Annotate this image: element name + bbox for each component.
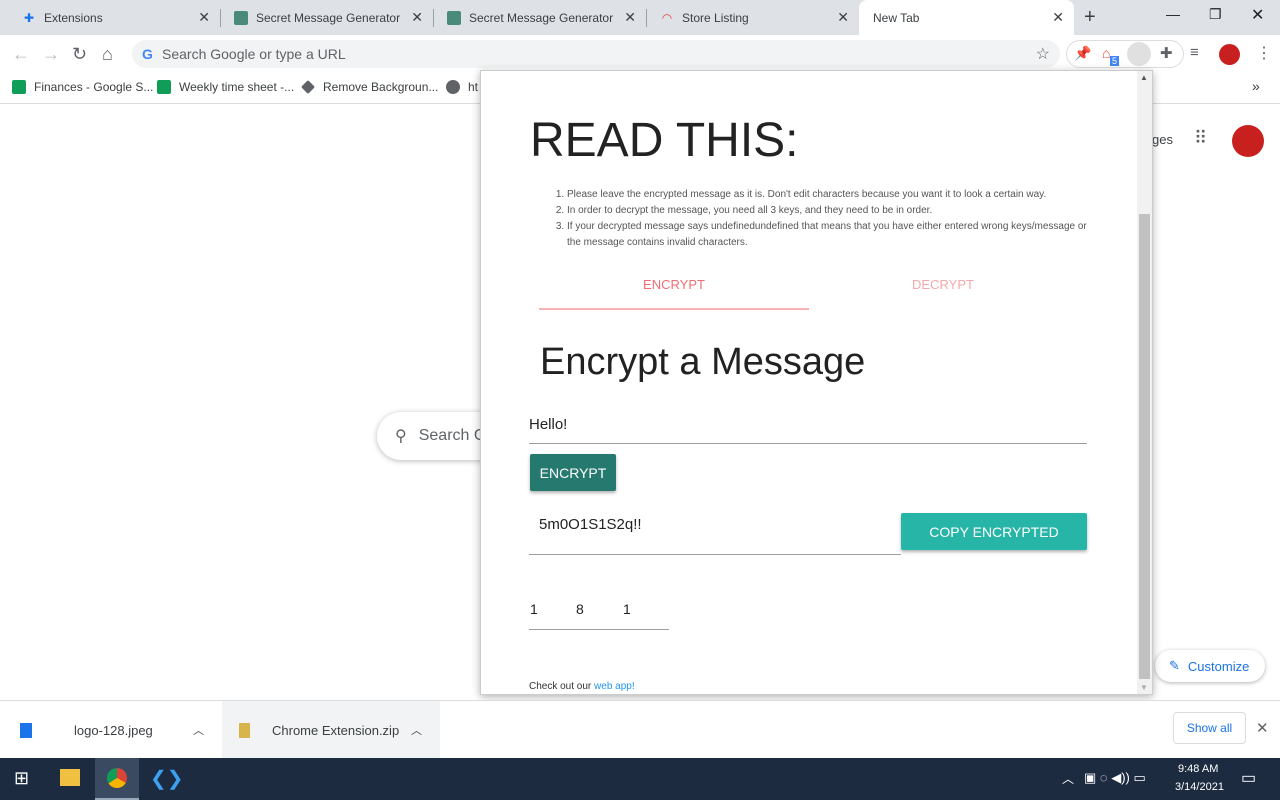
google-icon: G <box>142 46 153 62</box>
chevron-up-icon[interactable]: ︿ <box>411 722 422 738</box>
encrypt-button[interactable]: ENCRYPT <box>530 454 616 491</box>
encrypt-title: Encrypt a Message <box>540 341 866 383</box>
keys-field[interactable]: 1 8 1 <box>529 599 669 630</box>
minimize-icon[interactable]: — <box>1166 6 1180 22</box>
search-icon: ⚲ <box>395 428 407 445</box>
customize-button[interactable]: ✎ Customize <box>1155 650 1265 682</box>
forward-icon[interactable]: → <box>42 44 60 65</box>
notifications-icon[interactable]: ▭ <box>1241 768 1256 788</box>
tab-decrypt[interactable]: DECRYPT <box>808 277 1078 292</box>
omnibox[interactable]: G Search Google or type a URL ☆ <box>132 40 1060 68</box>
vscode-icon[interactable]: ❮❯ <box>150 766 184 791</box>
tab-strip: ✚ Extensions ✕ Secret Message Generator ✕ S… <box>0 0 1280 35</box>
download-bar: logo-128.jpeg ︿ Chrome Extension.zip ︿ S… <box>0 700 1280 759</box>
image-file-icon <box>20 722 32 738</box>
key-3: 1 <box>623 601 631 617</box>
web-app-link[interactable]: web app! <box>594 681 635 692</box>
tray-icons[interactable]: ▣ ◌ ◀)) ▭ <box>1084 770 1146 786</box>
close-tab-icon[interactable]: ✕ <box>1052 9 1064 26</box>
close-tab-icon[interactable]: ✕ <box>411 9 423 26</box>
back-icon[interactable]: ← <box>12 44 30 65</box>
layers-icon <box>301 80 315 94</box>
scroll-down-icon[interactable]: ▼ <box>1140 683 1148 692</box>
rules-list: Please leave the encrypted message as it… <box>567 187 1087 251</box>
account-avatar[interactable] <box>1232 125 1264 157</box>
bookmark-finances[interactable]: Finances - Google S... <box>12 80 153 94</box>
puzzle-icon[interactable]: ✚ <box>1160 44 1173 62</box>
images-link[interactable]: ges <box>1152 132 1173 147</box>
key-1: 1 <box>530 601 538 617</box>
close-download-bar-icon[interactable]: ✕ <box>1256 719 1269 737</box>
apps-icon[interactable]: ⠿ <box>1194 128 1207 149</box>
chrome-taskbar-button[interactable] <box>95 758 139 800</box>
close-tab-icon[interactable]: ✕ <box>198 9 210 26</box>
app-icon <box>234 10 248 25</box>
zip-file-icon <box>239 722 250 738</box>
tab-store-listing[interactable]: ◠ Store Listing ✕ <box>646 0 859 35</box>
tab-secret-1[interactable]: Secret Message Generator ✕ <box>220 0 433 35</box>
new-tab-icon[interactable]: + <box>1084 6 1096 29</box>
bookmark-timesheet[interactable]: Weekly time sheet -... <box>157 80 294 94</box>
extension-popup: READ THIS: Please leave the encrypted me… <box>480 70 1153 695</box>
key-2: 8 <box>576 601 584 617</box>
chrome-icon <box>107 768 127 788</box>
tab-secret-2[interactable]: Secret Message Generator ✕ <box>433 0 646 35</box>
puzzle-icon: ✚ <box>23 10 35 25</box>
scrollbar[interactable]: ▲ ▼ <box>1137 71 1152 694</box>
show-all-button[interactable]: Show all <box>1173 712 1246 744</box>
chevron-up-icon[interactable]: ︿ <box>193 722 204 738</box>
clock-time[interactable]: 9:48 AM <box>1178 763 1218 775</box>
tab-new-tab[interactable]: New Tab ✕ <box>859 0 1074 35</box>
rule-item: In order to decrypt the message, you nee… <box>567 203 1087 219</box>
pin-icon[interactable]: 📌 <box>1074 45 1091 62</box>
pencil-icon: ✎ <box>1169 658 1180 673</box>
media-icon[interactable]: ≡ <box>1190 44 1199 61</box>
reload-icon[interactable]: ↻ <box>72 44 87 65</box>
secret-message-extension-icon[interactable] <box>1127 42 1151 66</box>
rule-item: Please leave the encrypted message as it… <box>567 187 1087 203</box>
scroll-up-icon[interactable]: ▲ <box>1140 73 1148 82</box>
message-input[interactable]: Hello! <box>529 411 1087 444</box>
bookmark-link[interactable]: ht <box>446 80 478 94</box>
download-item[interactable]: logo-128.jpeg ︿ <box>0 701 220 759</box>
footer: Check out our web app! <box>529 681 635 692</box>
profile-avatar[interactable] <box>1219 44 1240 65</box>
close-window-icon[interactable]: ✕ <box>1251 5 1264 25</box>
home-icon[interactable]: ⌂ <box>102 44 113 65</box>
tab-extensions[interactable]: ✚ Extensions ✕ <box>8 0 220 35</box>
tab-encrypt[interactable]: ENCRYPT <box>539 277 809 292</box>
close-tab-icon[interactable]: ✕ <box>624 9 636 26</box>
tab-indicator <box>539 308 809 310</box>
sheets-icon <box>157 80 171 94</box>
download-item[interactable]: Chrome Extension.zip ︿ <box>222 701 440 759</box>
scrollbar-thumb[interactable] <box>1139 214 1150 679</box>
rule-item: If your decrypted message says undefined… <box>567 219 1087 251</box>
encrypted-output[interactable]: 5m0O1S1S2q!! <box>529 511 901 555</box>
extension-badge: 5 <box>1110 56 1120 66</box>
taskbar: ⊞ ❮❯ ︿ ▣ ◌ ◀)) ▭ 9:48 AM 3/14/2021 ▭ <box>0 758 1280 800</box>
globe-icon <box>446 80 460 94</box>
read-this-heading: READ THIS: <box>530 114 799 167</box>
windows-start-icon[interactable]: ⊞ <box>14 768 29 789</box>
sheets-icon <box>12 80 26 94</box>
tray-chevron-icon[interactable]: ︿ <box>1062 770 1074 787</box>
file-explorer-icon[interactable] <box>60 769 80 786</box>
rainbow-icon: ◠ <box>661 10 673 25</box>
app-icon <box>447 10 461 25</box>
copy-encrypted-button[interactable]: COPY ENCRYPTED <box>901 513 1087 550</box>
clock-date[interactable]: 3/14/2021 <box>1175 781 1224 793</box>
close-tab-icon[interactable]: ✕ <box>837 9 849 26</box>
star-icon[interactable]: ☆ <box>1036 44 1050 64</box>
bookmarks-overflow[interactable]: » <box>1252 78 1260 94</box>
restore-icon[interactable]: ❐ <box>1209 6 1222 23</box>
menu-icon[interactable]: ⋮ <box>1256 43 1272 63</box>
bookmark-remove-bg[interactable]: Remove Backgroun... <box>301 80 438 94</box>
